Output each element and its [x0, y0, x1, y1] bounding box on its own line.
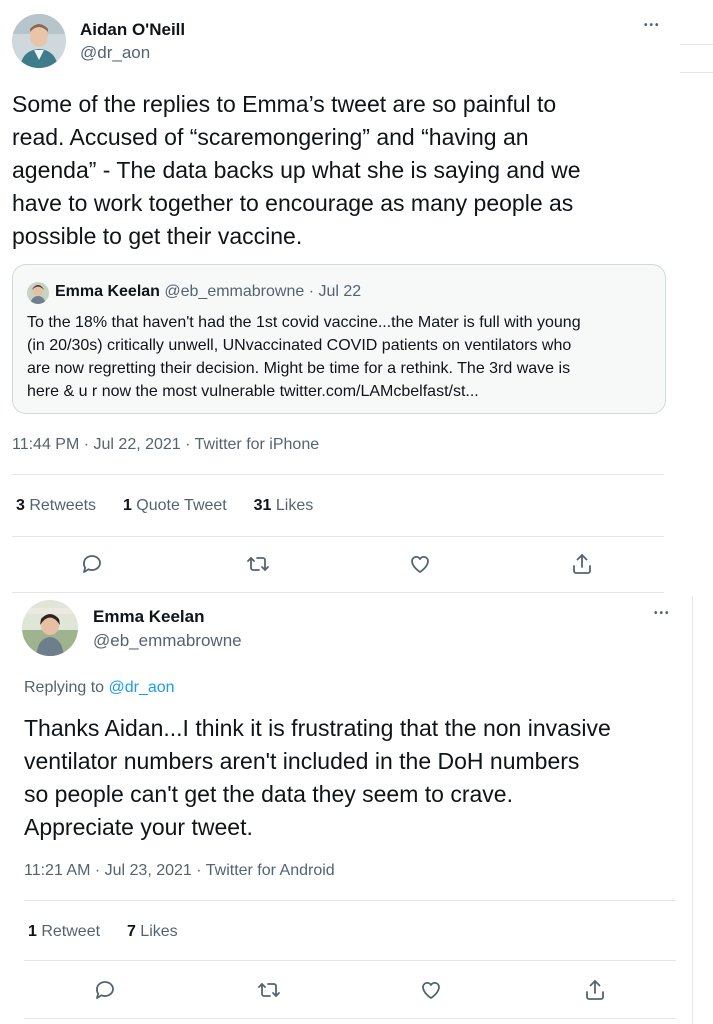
- author-name[interactable]: Aidan O'Neill: [80, 20, 185, 40]
- divider: [24, 900, 676, 901]
- divider: [12, 592, 664, 593]
- retweet-icon[interactable]: [257, 978, 281, 1002]
- sidebar-edge-divider: [680, 44, 713, 45]
- reply-author-name[interactable]: Emma Keelan: [93, 607, 205, 627]
- retweets-stat[interactable]: 1 Retweet: [28, 923, 100, 940]
- quote-text-line: (in 20/30s) critically unwell, UNvaccina…: [27, 337, 572, 354]
- quote-header: Emma Keelan @eb_emmabrowne · Jul 22: [55, 283, 361, 301]
- quote-text-line: are now regretting their decision. Might…: [27, 360, 571, 377]
- author-avatar[interactable]: [12, 14, 66, 68]
- quote-author-name[interactable]: Emma Keelan: [55, 283, 160, 300]
- tweet-stats: 3 Retweets 1 Quote Tweet 31 Likes: [16, 497, 313, 515]
- reply-author-avatar[interactable]: [22, 600, 78, 656]
- reply-timestamp[interactable]: 11:21 AM · Jul 23, 2021 · Twitter for An…: [24, 862, 335, 880]
- tweet-text-line: Some of the replies to Emma’s tweet are …: [12, 91, 557, 117]
- tweet-timestamp[interactable]: 11:44 PM · Jul 22, 2021 · Twitter for iP…: [12, 436, 319, 454]
- like-icon[interactable]: [408, 552, 432, 576]
- likes-stat[interactable]: 31 Likes: [254, 497, 314, 514]
- quote-text-line: To the 18% that haven't had the 1st covi…: [27, 314, 581, 331]
- reply-icon[interactable]: [80, 552, 104, 576]
- tweet-text-line: ventilator numbers aren't included in th…: [24, 748, 580, 774]
- like-icon[interactable]: [419, 978, 443, 1002]
- tweet-text-line: Appreciate your tweet.: [24, 814, 253, 840]
- retweets-stat[interactable]: 3 Retweets: [16, 497, 96, 514]
- thread-edge-line: [692, 596, 693, 1024]
- quote-author-avatar: [27, 282, 49, 304]
- divider: [24, 960, 676, 961]
- tweet-text-line: have to work together to encourage as ma…: [12, 190, 574, 216]
- reply-stats: 1 Retweet 7 Likes: [28, 923, 178, 941]
- tweet-text-line: possible to get their vaccine.: [12, 223, 303, 249]
- author-handle[interactable]: @dr_aon: [80, 43, 150, 63]
- replying-to-handle-link[interactable]: @dr_aon: [109, 679, 175, 696]
- share-icon[interactable]: [570, 552, 594, 576]
- replying-to: Replying to @dr_aon: [24, 679, 175, 696]
- tweet-text-line: read. Accused of “scaremongering” and “h…: [12, 124, 529, 150]
- tweet-text-line: Thanks Aidan...I think it is frustrating…: [24, 715, 611, 741]
- quote-tweets-stat[interactable]: 1 Quote Tweet: [123, 497, 227, 514]
- reply-tweet-text: Thanks Aidan...I think it is frustrating…: [24, 712, 684, 844]
- likes-stat[interactable]: 7 Likes: [127, 923, 178, 940]
- reply-icon[interactable]: [93, 978, 117, 1002]
- quote-text-line: here & u r now the most vulnerable twitt…: [27, 383, 479, 400]
- tweet-text: Some of the replies to Emma’s tweet are …: [12, 88, 672, 253]
- tweet-text-line: so people can't get the data they seem t…: [24, 781, 513, 807]
- tweet-text-line: agenda” - The data backs up what she is …: [12, 157, 581, 183]
- quote-author-handle[interactable]: @eb_emmabrowne: [164, 283, 304, 300]
- share-icon[interactable]: [583, 978, 607, 1002]
- more-icon[interactable]: •••: [654, 608, 671, 619]
- quoted-tweet-card[interactable]: Emma Keelan @eb_emmabrowne · Jul 22 To t…: [12, 264, 666, 414]
- quote-text: To the 18% that haven't had the 1st covi…: [27, 311, 657, 403]
- divider: [24, 1018, 676, 1019]
- more-icon[interactable]: •••: [644, 20, 661, 31]
- reply-author-handle[interactable]: @eb_emmabrowne: [93, 631, 242, 651]
- quote-date[interactable]: · Jul 22: [309, 283, 361, 300]
- divider: [12, 474, 664, 475]
- divider: [12, 536, 664, 537]
- retweet-icon[interactable]: [246, 552, 270, 576]
- sidebar-edge-divider: [680, 72, 713, 73]
